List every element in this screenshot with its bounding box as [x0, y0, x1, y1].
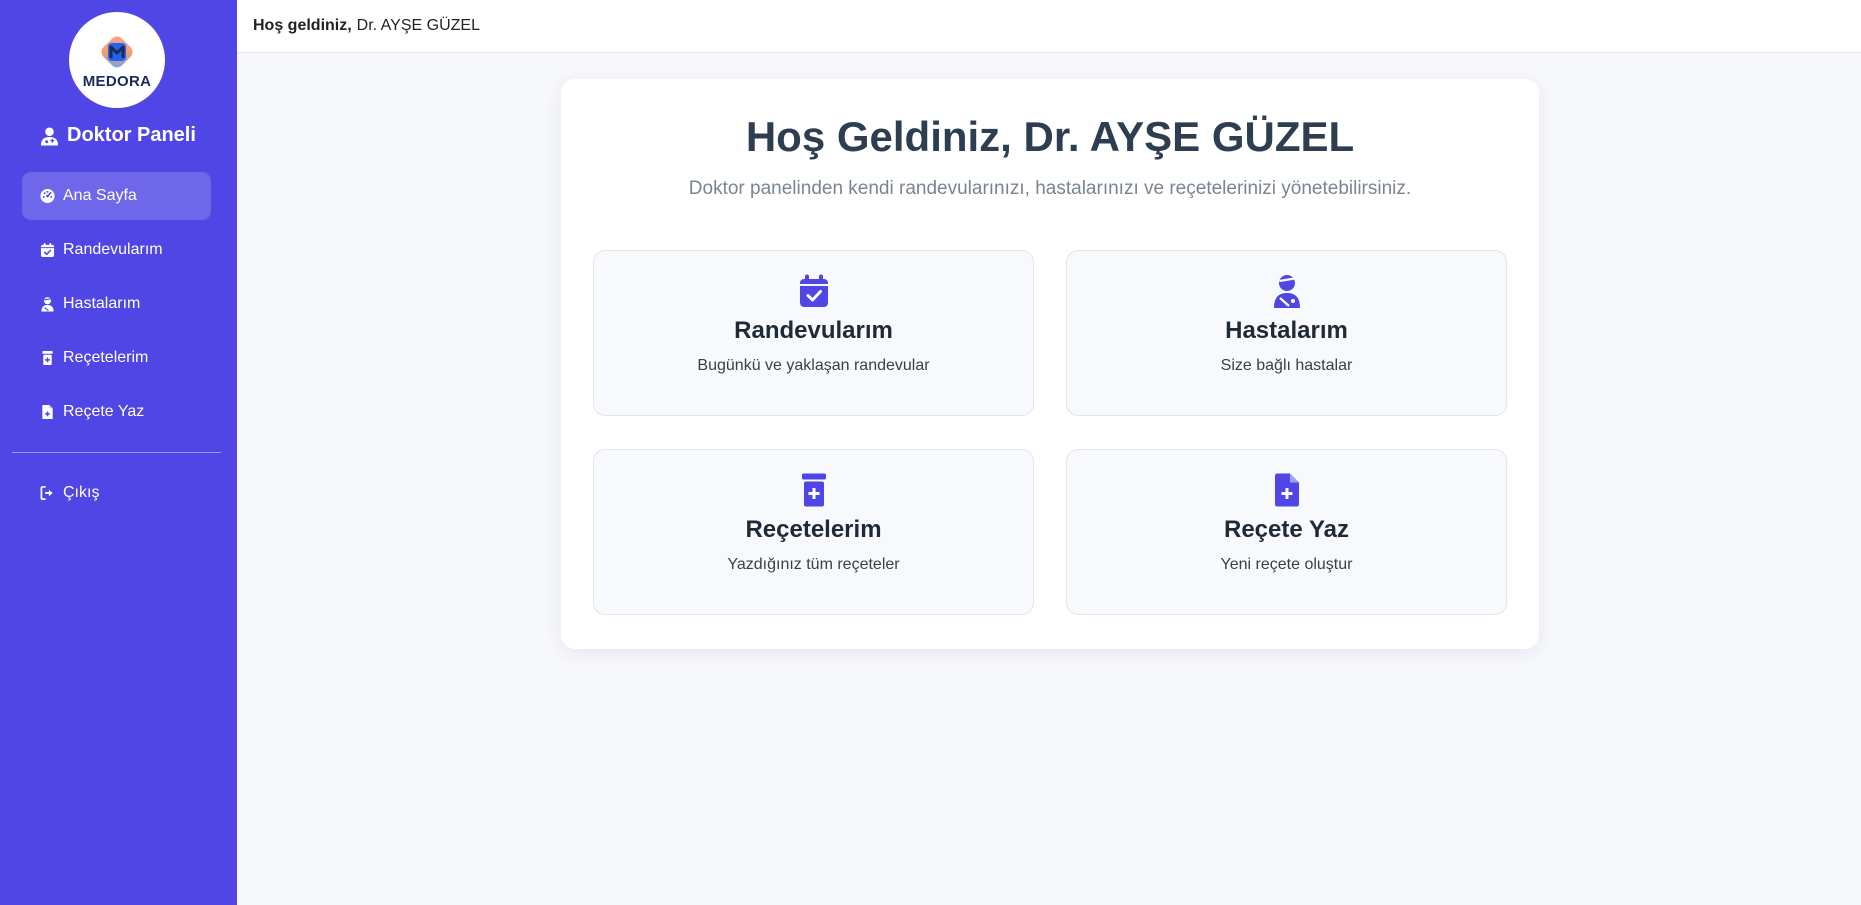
user-injured-icon — [1274, 275, 1300, 308]
sidebar-logout: Çıkış — [22, 469, 211, 523]
sidebar-item-hastalarim[interactable]: Hastalarım — [22, 280, 211, 328]
tile-randevularim[interactable]: Randevularım Bugünkü ve yaklaşan randevu… — [593, 250, 1034, 416]
file-medical-icon — [1275, 473, 1299, 507]
page-title: Hoş Geldiniz, Dr. AYŞE GÜZEL — [745, 113, 1355, 160]
sidebar-item-recetelerim[interactable]: Reçetelerim — [22, 334, 211, 382]
tile-description: Size bağlı hastalar — [1220, 357, 1353, 374]
logout-label: Çıkış — [63, 484, 100, 501]
sidebar-item-label: Reçetelerim — [63, 349, 149, 366]
panel-title: Doktor Paneli — [40, 124, 196, 147]
user-doctor-icon — [40, 126, 59, 145]
sidebar-item-recete-yaz[interactable]: Reçete Yaz — [22, 388, 211, 436]
logo-text: MEDORA — [82, 73, 152, 90]
file-medical-icon — [42, 404, 53, 420]
sign-out-icon — [40, 486, 53, 500]
tile-recetelerim[interactable]: Reçetelerim Yazdığınız tüm reçeteler — [593, 449, 1034, 615]
dashboard-icon — [40, 188, 55, 204]
calendar-check-icon — [40, 242, 55, 258]
sidebar: MEDORA Doktor Paneli Ana Sayfa Randevula… — [0, 0, 237, 905]
sidebar-item-label: Reçete Yaz — [63, 403, 145, 420]
sidebar-item-label: Hastalarım — [63, 295, 141, 312]
header-greeting: Hoş geldiniz, — [253, 17, 352, 34]
tile-title: Reçete Yaz — [1224, 516, 1349, 543]
tile-hastalarim[interactable]: Hastalarım Size bağlı hastalar — [1066, 250, 1507, 416]
logout-button[interactable]: Çıkış — [22, 469, 211, 517]
tile-title: Randevularım — [734, 317, 893, 344]
tile-description: Bugünkü ve yaklaşan randevular — [697, 357, 930, 374]
tile-recete-yaz[interactable]: Reçete Yaz Yeni reçete oluştur — [1066, 449, 1507, 615]
medora-logo-icon — [101, 36, 133, 68]
brand-logo[interactable]: MEDORA — [69, 12, 165, 108]
sidebar-item-label: Ana Sayfa — [63, 187, 137, 204]
header-user-name: Dr. AYŞE GÜZEL — [356, 17, 480, 34]
tile-title: Reçetelerim — [745, 516, 882, 543]
prescription-bottle-icon — [42, 350, 53, 366]
tile-description: Yeni reçete oluştur — [1220, 556, 1353, 573]
sidebar-divider — [12, 452, 221, 453]
welcome-card: Hoş Geldiniz, Dr. AYŞE GÜZEL Doktor pane… — [561, 79, 1539, 649]
prescription-bottle-icon — [802, 473, 826, 507]
sidebar-item-label: Randevularım — [63, 241, 163, 258]
tile-title: Hastalarım — [1225, 317, 1348, 344]
sidebar-item-ana-sayfa[interactable]: Ana Sayfa — [22, 172, 211, 220]
calendar-check-icon — [800, 274, 828, 307]
sidebar-item-randevularim[interactable]: Randevularım — [22, 226, 211, 274]
user-injured-icon — [41, 297, 54, 312]
page-subtitle: Doktor panelinden kendi randevularınızı,… — [688, 178, 1412, 199]
panel-title-text: Doktor Paneli — [67, 124, 196, 146]
sidebar-nav: Ana Sayfa Randevularım Hastalarım Reçete… — [22, 172, 211, 442]
top-bar: Hoş geldiniz, Dr. AYŞE GÜZEL — [237, 0, 1861, 53]
tile-description: Yazdığınız tüm reçeteler — [727, 556, 900, 573]
